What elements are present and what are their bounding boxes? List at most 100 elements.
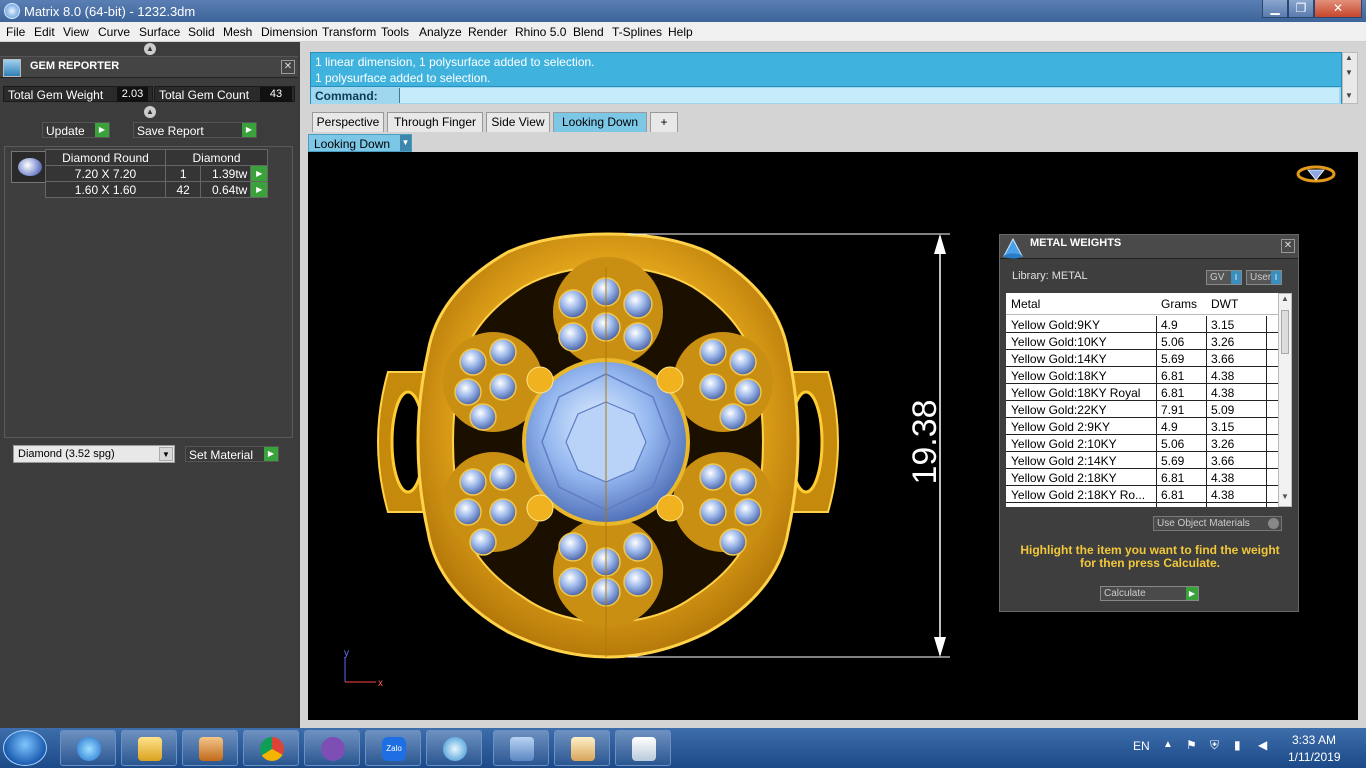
table-row[interactable]: 7.20 X 7.20 1 1.39tw ▶ (45, 165, 268, 182)
column-divider (1206, 469, 1207, 485)
table-row[interactable]: Yellow Gold:10KY 5.06 3.26 (1006, 333, 1278, 350)
notes-icon[interactable] (615, 730, 671, 766)
viber-icon[interactable] (304, 730, 360, 766)
metal-weights-panel: METAL WEIGHTS ✕ Library: METAL GV I User I… (999, 234, 1299, 612)
column-divider (1206, 452, 1207, 468)
column-divider (1156, 435, 1157, 451)
table-row[interactable]: Yellow Gold:18KY Royal 6.81 4.38 (1006, 384, 1278, 401)
tab-looking-down[interactable]: Looking Down (553, 112, 647, 132)
metal-dwt: 4.38 (1211, 471, 1235, 485)
metal-dwt: 3.15 (1211, 420, 1235, 434)
dimension-value[interactable]: 19.38 (906, 399, 944, 484)
command-input[interactable] (399, 88, 1339, 103)
command-scrollbar[interactable]: ▲ ▼ ▼ (1342, 52, 1358, 104)
chrome-icon[interactable] (243, 730, 299, 766)
tab-through-finger[interactable]: Through Finger (387, 112, 483, 132)
clock-time[interactable]: 3:33 AM (1292, 733, 1336, 747)
menu-file[interactable]: File (6, 25, 25, 39)
metal-name: Yellow Gold 2:10KY (1011, 437, 1117, 451)
menu-tools[interactable]: Tools (381, 25, 409, 39)
menu-analyze[interactable]: Analyze (419, 25, 462, 39)
user-toggle[interactable]: User I (1246, 270, 1282, 285)
close-button[interactable]: ✕ (1314, 0, 1362, 18)
network-flag-icon[interactable]: ⚑ (1186, 738, 1197, 752)
matrix-icon[interactable] (426, 730, 482, 766)
scroll-up-icon[interactable]: ▲ (1281, 294, 1289, 303)
gv-toggle[interactable]: GV I (1206, 270, 1242, 285)
menu-surface[interactable]: Surface (139, 25, 180, 39)
column-divider (1156, 452, 1157, 468)
scroll-down-icon[interactable]: ▼ (1345, 91, 1353, 100)
paint-icon[interactable] (554, 730, 610, 766)
table-row[interactable]: Yellow Gold 2:22KY 7.91 5.09 (1006, 503, 1278, 507)
clock-date[interactable]: 1/11/2019 (1288, 750, 1341, 764)
menu-blend[interactable]: Blend (573, 25, 604, 39)
table-row[interactable]: Yellow Gold:9KY 4.9 3.15 (1006, 316, 1278, 333)
save-report-button[interactable]: Save Report ▶ (133, 122, 257, 138)
update-button[interactable]: Update ▶ (42, 122, 110, 138)
minimize-button[interactable]: ▁ (1262, 0, 1288, 18)
tab-side-view[interactable]: Side View (486, 112, 550, 132)
collapse-grip-icon[interactable]: ▲ (144, 43, 156, 55)
metal-name: Yellow Gold:18KY (1011, 369, 1107, 383)
table-row[interactable]: Yellow Gold 2:9KY 4.9 3.15 (1006, 418, 1278, 435)
maximize-button[interactable]: ❐ (1288, 0, 1314, 18)
menu-dimension[interactable]: Dimension (261, 25, 318, 39)
metal-grams: 4.9 (1161, 318, 1178, 332)
col-metal[interactable]: Metal (1011, 297, 1040, 311)
volume-icon[interactable]: ◀ (1258, 738, 1267, 752)
menu-curve[interactable]: Curve (98, 25, 130, 39)
row-arrow-icon[interactable]: ▶ (250, 165, 268, 182)
col-dwt[interactable]: DWT (1211, 297, 1238, 311)
scroll-down-icon[interactable]: ▼ (1345, 68, 1353, 77)
security-icon[interactable]: ⛨ (1210, 738, 1219, 753)
scrollbar-thumb[interactable] (1281, 310, 1289, 354)
table-row[interactable]: Yellow Gold:14KY 5.69 3.66 (1006, 350, 1278, 367)
signal-icon[interactable]: ▮ (1234, 738, 1241, 752)
menu-rhino[interactable]: Rhino 5.0 (515, 25, 566, 39)
column-divider (1206, 486, 1207, 502)
table-row[interactable]: Yellow Gold:18KY 6.81 4.38 (1006, 367, 1278, 384)
control-panel-icon[interactable] (493, 730, 549, 766)
table-row[interactable]: Yellow Gold 2:18KY Ro... 6.81 4.38 (1006, 486, 1278, 503)
menu-transform[interactable]: Transform (322, 25, 376, 39)
scroll-down-icon[interactable]: ▼ (1281, 492, 1289, 501)
metal-weights-close-icon[interactable]: ✕ (1281, 239, 1295, 253)
menu-view[interactable]: View (63, 25, 89, 39)
use-object-materials-toggle[interactable]: Use Object Materials (1153, 516, 1282, 531)
tab-perspective[interactable]: Perspective (312, 112, 384, 132)
table-row[interactable]: Yellow Gold:22KY 7.91 5.09 (1006, 401, 1278, 418)
zalo-icon[interactable]: Zalo (365, 730, 421, 766)
ie-icon[interactable] (60, 730, 116, 766)
scroll-up-icon[interactable]: ▲ (1345, 53, 1353, 62)
row-arrow-icon[interactable]: ▶ (250, 181, 268, 198)
table-row[interactable]: Yellow Gold 2:18KY 6.81 4.38 (1006, 469, 1278, 486)
menu-mesh[interactable]: Mesh (223, 25, 252, 39)
menu-help[interactable]: Help (668, 25, 693, 39)
start-button-icon[interactable] (3, 730, 47, 766)
metal-grams: 7.91 (1161, 403, 1185, 417)
menu-edit[interactable]: Edit (34, 25, 55, 39)
calculate-button[interactable]: Calculate ▶ (1100, 586, 1199, 601)
menu-tsplines[interactable]: T-Splines (612, 25, 662, 39)
add-tab-icon[interactable]: + (650, 112, 678, 132)
menu-solid[interactable]: Solid (188, 25, 215, 39)
gem-reporter-close-icon[interactable]: ✕ (281, 60, 295, 74)
language-indicator[interactable]: EN (1133, 739, 1150, 753)
metal-table-scrollbar[interactable]: ▲ ▼ (1278, 293, 1292, 507)
collapse-grip-icon[interactable]: ▲ (144, 106, 156, 118)
tray-expand-icon[interactable]: ▲ (1163, 739, 1173, 750)
material-select[interactable]: Diamond (3.52 spg) ▼ (13, 445, 175, 463)
set-material-button[interactable]: Set Material ▶ (185, 446, 279, 462)
viewport-label[interactable]: Looking Down ▼ (308, 134, 412, 152)
play-arrow-icon: ▶ (264, 447, 278, 461)
media-icon[interactable] (182, 730, 238, 766)
table-row[interactable]: Yellow Gold 2:10KY 5.06 3.26 (1006, 435, 1278, 452)
metal-name: Yellow Gold:9KY (1011, 318, 1100, 332)
menu-render[interactable]: Render (468, 25, 507, 39)
table-row[interactable]: Yellow Gold 2:14KY 5.69 3.66 (1006, 452, 1278, 469)
table-row[interactable]: 1.60 X 1.60 42 0.64tw ▶ (45, 181, 268, 198)
explorer-icon[interactable] (121, 730, 177, 766)
col-grams[interactable]: Grams (1161, 297, 1197, 311)
metal-grams: 5.06 (1161, 335, 1185, 349)
